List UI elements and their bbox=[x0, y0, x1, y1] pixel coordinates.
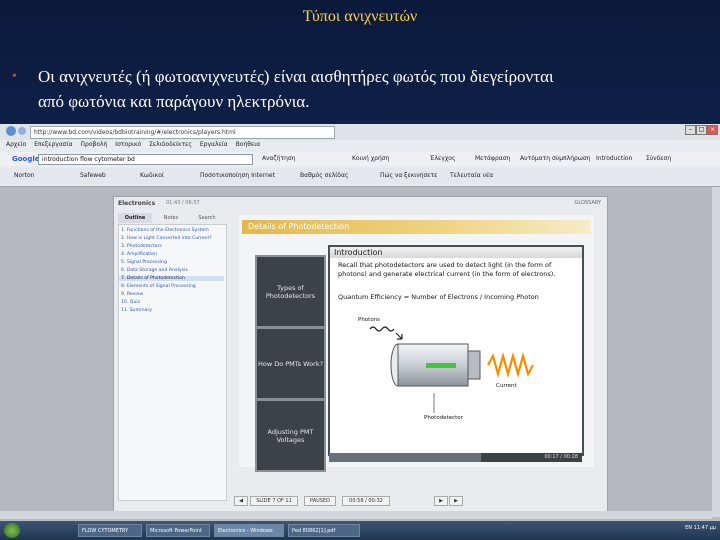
menu-bar: Αρχείο Επεξεργασία Προβολή Ιστορικό Σελι… bbox=[0, 141, 720, 151]
system-tray: EN 11:47 μμ bbox=[685, 525, 716, 531]
detector-base-icon bbox=[467, 350, 481, 380]
bookmark-internet[interactable]: Ποσοτικοποίηση Internet bbox=[200, 172, 275, 179]
player-tabs: Outline Notes Search bbox=[118, 213, 225, 223]
google-label: Google bbox=[12, 155, 40, 163]
detector-glow-icon bbox=[426, 363, 456, 368]
outline-item[interactable]: 9. Review bbox=[121, 292, 143, 297]
menu-edit[interactable]: Επεξεργασία bbox=[34, 141, 72, 148]
toolbar-introduction[interactable]: Introduction bbox=[596, 155, 632, 162]
address-bar[interactable]: http://www.bd.com/videos/bdbiotraining/#… bbox=[30, 126, 335, 139]
horizontal-scrollbar[interactable] bbox=[0, 511, 712, 519]
stage-banner-title: Details of Photodetection bbox=[248, 222, 350, 231]
slide-stage: Details of Photodetection Types of Photo… bbox=[239, 215, 594, 472]
forward-icon[interactable] bbox=[18, 127, 26, 135]
prev-button[interactable]: ◀ bbox=[234, 496, 248, 506]
google-search-input[interactable]: introduction flow cytometer bd bbox=[38, 154, 253, 165]
toolbar-signin[interactable]: Σύνδεση bbox=[646, 155, 671, 162]
course-player: Electronics 01:43 / 06:57 GLOSSARY Outli… bbox=[113, 196, 608, 516]
outline-item[interactable]: 11. Summary bbox=[121, 308, 152, 313]
menu-view[interactable]: Προβολή bbox=[81, 141, 108, 148]
bullet-text-line-1: Οι ανιχνευτές (ή φωτοανιχνευτές) είναι α… bbox=[38, 67, 554, 86]
bookmarks-bar: Norton Safeweb Κωδικοί Ποσοτικοποίηση In… bbox=[0, 168, 720, 184]
bullet-text: Οι ανιχνευτές (ή φωτοανιχνευτές) είναι α… bbox=[38, 64, 698, 114]
outline-item[interactable]: 8. Elements of Signal Processing bbox=[121, 284, 196, 289]
toolbar-search[interactable]: Αναζήτηση bbox=[262, 155, 296, 162]
tab-search[interactable]: Search bbox=[190, 213, 224, 223]
bookmark-norton[interactable]: Norton bbox=[14, 172, 34, 179]
stage-banner: Details of Photodetection bbox=[242, 220, 591, 234]
media-progress-time: 00:17 / 00:28 bbox=[544, 454, 578, 460]
toolbar-translate[interactable]: Μετάφραση bbox=[475, 155, 510, 162]
web-page: Electronics 01:43 / 06:57 GLOSSARY Outli… bbox=[0, 187, 720, 517]
side-button-voltages[interactable]: Adjusting PMT Voltages bbox=[255, 399, 326, 472]
browser-chrome: http://www.bd.com/videos/bdbiotraining/#… bbox=[0, 124, 720, 187]
menu-tools[interactable]: Εργαλεία bbox=[200, 141, 228, 148]
vertical-scrollbar[interactable] bbox=[712, 187, 720, 517]
player-title: Electronics bbox=[118, 200, 156, 207]
menu-file[interactable]: Αρχείο bbox=[6, 141, 26, 148]
photodetector-diagram bbox=[369, 326, 534, 413]
minimize-button[interactable]: – bbox=[685, 125, 696, 135]
nav-time: 00:58 / 00:32 bbox=[342, 496, 390, 506]
intro-panel: Introduction Recall that photodetectors … bbox=[328, 245, 584, 456]
slide-counter: SLIDE 7 OF 11 bbox=[250, 496, 298, 506]
google-toolbar: Google introduction flow cytometer bd Αν… bbox=[0, 152, 720, 166]
play-button[interactable]: ▶ bbox=[434, 496, 448, 506]
toolbar-check[interactable]: Έλεγχος bbox=[430, 155, 455, 162]
taskbar-item-flow[interactable]: FLOW CYTOMETRY bbox=[78, 524, 142, 537]
glossary-button[interactable]: GLOSSARY bbox=[575, 200, 602, 206]
taskbar-item-pdf[interactable]: Ped 80862[1].pdf bbox=[288, 524, 360, 537]
media-progress-fill bbox=[329, 453, 481, 462]
taskbar: FLOW CYTOMETRY Microsoft PowerPoint Elec… bbox=[0, 521, 720, 540]
photon-arrow-icon bbox=[395, 332, 403, 340]
menu-history[interactable]: Ιστορικό bbox=[115, 141, 141, 148]
slide-title: Τύποι ανιχνευτών bbox=[302, 8, 418, 25]
tab-notes[interactable]: Notes bbox=[154, 213, 188, 223]
close-button[interactable]: × bbox=[707, 125, 718, 135]
player-nav: ◀ SLIDE 7 OF 11 PAUSED 00:58 / 00:32 ▶ ▶ bbox=[234, 494, 594, 506]
maximize-button[interactable]: □ bbox=[696, 125, 707, 135]
bullet-text-line-2: από φωτόνια και παράγουν ηλεκτρόνια. bbox=[38, 92, 310, 111]
next-button[interactable]: ▶ bbox=[449, 496, 463, 506]
embedded-screenshot: http://www.bd.com/videos/bdbiotraining/#… bbox=[0, 124, 720, 540]
menu-bookmarks[interactable]: Σελιδοδείκτες bbox=[149, 141, 192, 148]
outline-item[interactable]: 5. Signal Processing bbox=[121, 260, 167, 265]
outline-item[interactable]: 4. Amplification bbox=[121, 252, 157, 257]
outline-item[interactable]: 6. Data Storage and Analysis bbox=[121, 268, 188, 273]
address-row: http://www.bd.com/videos/bdbiotraining/#… bbox=[0, 124, 720, 140]
menu-help[interactable]: Βοήθεια bbox=[236, 141, 261, 148]
bookmark-pagerank[interactable]: Βαθμός σελίδας bbox=[300, 172, 348, 179]
tab-outline[interactable]: Outline bbox=[118, 213, 152, 223]
bookmark-getting-started[interactable]: Πώς να ξεκινήσετε bbox=[380, 172, 437, 179]
start-button[interactable] bbox=[4, 523, 20, 538]
photon-wave-icon bbox=[369, 326, 395, 332]
side-button-types[interactable]: Types of Photodetectors bbox=[255, 255, 326, 328]
outline-item[interactable]: 10. Quiz bbox=[121, 300, 140, 305]
bookmark-passwords[interactable]: Κωδικοί bbox=[140, 172, 164, 179]
toolbar-autofill[interactable]: Αυτόματη συμπλήρωση bbox=[520, 155, 590, 162]
side-button-pmts[interactable]: How Do PMTs Work? bbox=[255, 327, 326, 400]
pause-status[interactable]: PAUSED bbox=[304, 496, 336, 506]
bookmark-latest-news[interactable]: Τελευταία νέα bbox=[450, 172, 493, 179]
outline-item-selected[interactable]: 7. Details of Photodetection bbox=[119, 276, 224, 281]
player-time: 01:43 / 06:57 bbox=[166, 200, 200, 206]
outline-item[interactable]: 1. Functions of the Electronics System bbox=[121, 228, 209, 233]
bookmark-safeweb[interactable]: Safeweb bbox=[80, 172, 106, 179]
outline-list: 1. Functions of the Electronics System 2… bbox=[118, 224, 227, 501]
outline-item[interactable]: 2. How is Light Converted into Current? bbox=[121, 236, 212, 241]
media-progress-bar[interactable]: 00:17 / 00:28 bbox=[329, 453, 582, 462]
taskbar-item-powerpoint[interactable]: Microsoft PowerPoint bbox=[146, 524, 210, 537]
current-wave-icon bbox=[487, 351, 534, 379]
bullet-icon: • bbox=[12, 69, 17, 84]
taskbar-item-electronics[interactable]: Electronics - Windows bbox=[214, 524, 284, 537]
toolbar-share[interactable]: Κοινή χρήση bbox=[352, 155, 389, 162]
outline-item[interactable]: 3. Photodetectors bbox=[121, 244, 162, 249]
back-icon[interactable] bbox=[6, 126, 16, 136]
